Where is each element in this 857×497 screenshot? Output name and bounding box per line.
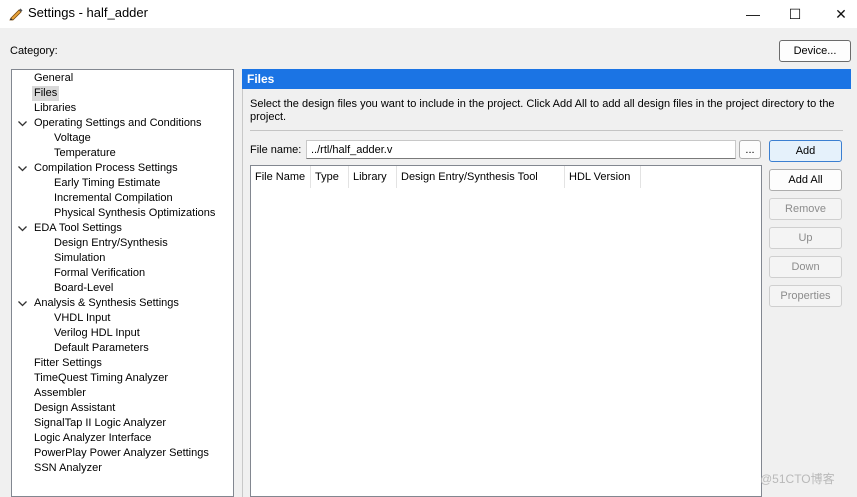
tree-item-label: Voltage xyxy=(54,132,91,144)
tree-item-label: Logic Analyzer Interface xyxy=(34,432,152,444)
tree-item[interactable]: Board-Level xyxy=(12,281,233,296)
column-header-design-entry-tool[interactable]: Design Entry/Synthesis Tool xyxy=(397,166,565,188)
watermark: @51CTO博客 xyxy=(760,472,835,486)
add-all-button[interactable]: Add All xyxy=(769,169,842,191)
tree-item[interactable]: Fitter Settings xyxy=(12,356,233,371)
separator xyxy=(250,130,843,131)
tree-item[interactable]: Files xyxy=(12,86,233,101)
remove-button[interactable]: Remove xyxy=(769,198,842,220)
device-button[interactable]: Device... xyxy=(779,40,851,62)
tree-item[interactable]: Voltage xyxy=(12,131,233,146)
tree-item-label: Early Timing Estimate xyxy=(54,177,161,189)
tree-item[interactable]: Compilation Process Settings xyxy=(12,161,233,176)
tree-item[interactable]: Incremental Compilation xyxy=(12,191,233,206)
category-tree[interactable]: General Files Libraries Operating Settings … xyxy=(11,69,234,497)
tree-item[interactable]: Assembler xyxy=(12,386,233,401)
tree-item[interactable]: Libraries xyxy=(12,101,233,116)
settings-pencil-icon xyxy=(9,8,23,21)
add-button[interactable]: Add xyxy=(769,140,842,162)
tree-item[interactable]: Design Entry/Synthesis xyxy=(12,236,233,251)
tree-item[interactable]: General xyxy=(12,71,233,86)
tree-item-label: Verilog HDL Input xyxy=(54,327,140,339)
tree-item-label: TimeQuest Timing Analyzer xyxy=(34,372,169,384)
tree-item[interactable]: Formal Verification xyxy=(12,266,233,281)
tree-item[interactable]: Simulation xyxy=(12,251,233,266)
chevron-down-icon[interactable] xyxy=(17,118,28,129)
chevron-down-icon[interactable] xyxy=(17,223,28,234)
tree-item[interactable]: TimeQuest Timing Analyzer xyxy=(12,371,233,386)
tree-item-label: Compilation Process Settings xyxy=(34,162,178,174)
file-name-input[interactable] xyxy=(306,140,736,159)
tree-item-label: Simulation xyxy=(54,252,106,264)
panel-title: Files xyxy=(242,69,851,89)
title-bar: Settings - half_adder — ☐ ✕ xyxy=(0,0,857,28)
column-header-type[interactable]: Type xyxy=(311,166,349,188)
properties-button[interactable]: Properties xyxy=(769,285,842,307)
tree-item[interactable]: Physical Synthesis Optimizations xyxy=(12,206,233,221)
column-header-library[interactable]: Library xyxy=(349,166,397,188)
tree-item-label: Incremental Compilation xyxy=(54,192,173,204)
tree-item[interactable]: VHDL Input xyxy=(12,311,233,326)
files-table[interactable]: File Name Type Library Design Entry/Synt… xyxy=(250,165,762,497)
tree-item[interactable]: Early Timing Estimate xyxy=(12,176,233,191)
tree-item[interactable]: Verilog HDL Input xyxy=(12,326,233,341)
down-button[interactable]: Down xyxy=(769,256,842,278)
tree-item-label: Operating Settings and Conditions xyxy=(34,117,202,129)
tree-item-label: Fitter Settings xyxy=(34,357,102,369)
tree-item-label: Physical Synthesis Optimizations xyxy=(54,207,216,219)
up-button[interactable]: Up xyxy=(769,227,842,249)
chevron-down-icon[interactable] xyxy=(17,163,28,174)
tree-item-label: Design Entry/Synthesis xyxy=(54,237,168,249)
column-header-hdl-version[interactable]: HDL Version xyxy=(565,166,641,188)
tree-item-label: Files xyxy=(32,86,60,101)
close-button[interactable]: ✕ xyxy=(818,0,857,28)
tree-item-label: Assembler xyxy=(34,387,86,399)
file-name-label: File name: xyxy=(250,144,302,156)
tree-item[interactable]: Design Assistant xyxy=(12,401,233,416)
tree-item-label: SignalTap II Logic Analyzer xyxy=(34,417,167,429)
column-header-file-name[interactable]: File Name xyxy=(251,166,311,188)
maximize-button[interactable]: ☐ xyxy=(772,0,818,28)
tree-item[interactable]: Analysis & Synthesis Settings xyxy=(12,296,233,311)
tree-item[interactable]: SSN Analyzer xyxy=(12,461,233,476)
tree-item-label: SSN Analyzer xyxy=(34,462,102,474)
tree-item[interactable]: Default Parameters xyxy=(12,341,233,356)
tree-item-label: EDA Tool Settings xyxy=(34,222,122,234)
minimize-button[interactable]: — xyxy=(730,0,776,28)
tree-item[interactable]: Logic Analyzer Interface xyxy=(12,431,233,446)
tree-item[interactable]: Temperature xyxy=(12,146,233,161)
tree-item[interactable]: SignalTap II Logic Analyzer xyxy=(12,416,233,431)
tree-item-label: Temperature xyxy=(54,147,116,159)
tree-item-label: Formal Verification xyxy=(54,267,146,279)
tree-item-label: General xyxy=(34,72,74,84)
browse-button[interactable]: ... xyxy=(739,140,761,159)
tree-item-label: Libraries xyxy=(34,102,77,114)
category-label: Category: xyxy=(10,45,58,57)
tree-item-label: Design Assistant xyxy=(34,402,116,414)
tree-item[interactable]: Operating Settings and Conditions xyxy=(12,116,233,131)
panel-description: Select the design files you want to incl… xyxy=(250,98,835,123)
tree-item-label: VHDL Input xyxy=(54,312,111,324)
tree-item[interactable]: EDA Tool Settings xyxy=(12,221,233,236)
tree-item-label: PowerPlay Power Analyzer Settings xyxy=(34,447,209,459)
window-title: Settings - half_adder xyxy=(28,5,148,20)
tree-item-label: Board-Level xyxy=(54,282,114,294)
tree-item[interactable]: PowerPlay Power Analyzer Settings xyxy=(12,446,233,461)
chevron-down-icon[interactable] xyxy=(17,298,28,309)
tree-item-label: Analysis & Synthesis Settings xyxy=(34,297,179,309)
tree-item-label: Default Parameters xyxy=(54,342,149,354)
